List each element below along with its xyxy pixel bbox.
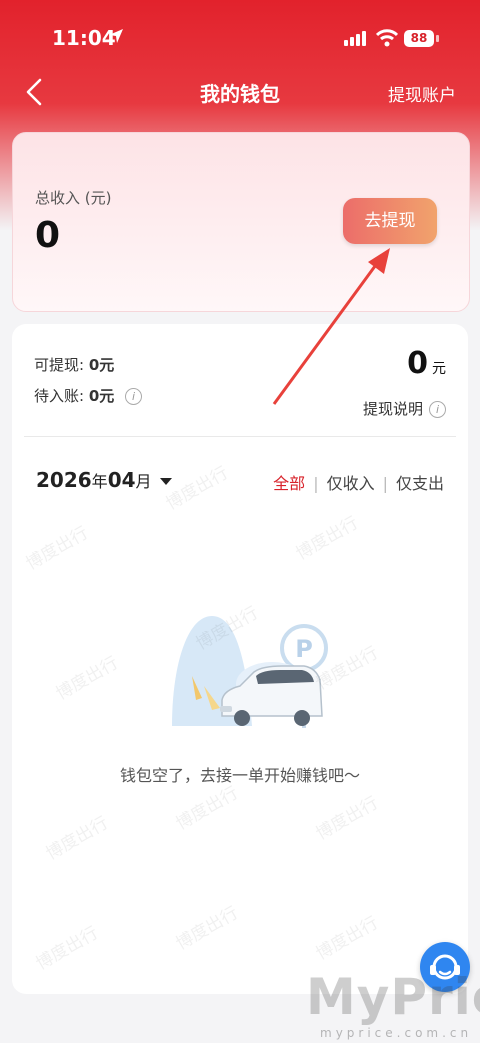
empty-state-message: 钱包空了，去接一单开始赚钱吧～ — [119, 766, 360, 785]
total-income-label: 总收入 (元) — [35, 189, 112, 207]
withdraw-amount-value: 0 — [407, 346, 428, 381]
watermark-text: 博度出行 — [292, 513, 362, 565]
tab-separator: | — [313, 474, 319, 493]
withdrawal-account-link[interactable]: 提现账户 — [388, 81, 456, 106]
watermark-text: 博度出行 — [312, 793, 382, 845]
income-summary-card: 总收入 (元) 0 去提现 — [12, 132, 470, 312]
divider — [24, 436, 456, 437]
watermark-text: 博度出行 — [172, 903, 242, 955]
watermark-text: 博度出行 — [42, 813, 112, 865]
pending-info-icon[interactable]: i — [125, 388, 143, 405]
month-year-unit: 年 — [91, 472, 108, 491]
withdraw-amount: 0元 — [407, 346, 446, 381]
watermark-text: 博度出行 — [52, 653, 122, 705]
cellular-signal-icon — [344, 31, 366, 46]
navigation-bar: 我的钱包 提现账户 — [0, 72, 480, 112]
tab-separator: | — [382, 474, 388, 493]
wifi-icon — [376, 29, 398, 47]
brand-watermark-url: myprice.com.cn — [320, 1026, 473, 1040]
month-year: 2026 — [36, 468, 92, 492]
empty-car-illustration: P — [172, 616, 328, 728]
brand-watermark: MyPrice — [306, 968, 480, 1026]
battery-tip — [436, 35, 439, 42]
total-income-value: 0 — [35, 215, 61, 256]
pending-row: 待入账: 0元 i — [34, 385, 143, 406]
month-month: 04 — [107, 468, 136, 492]
withdrawable-row: 可提现: 0元 — [34, 354, 114, 375]
withdrawable-label: 可提现: — [34, 356, 85, 374]
withdrawable-value: 0元 — [88, 356, 115, 374]
withdraw-explain-link[interactable]: 提现说明 i — [363, 398, 446, 419]
record-filter-tabs: 全部 | 仅收入 | 仅支出 — [273, 470, 444, 494]
tab-expense-only[interactable]: 仅支出 — [396, 474, 444, 493]
svg-text:P: P — [295, 635, 313, 663]
month-month-unit: 月 — [135, 472, 152, 491]
wallet-detail-card: 可提现: 0元 待入账: 0元 i 0元 提现说明 i 2026年04月 全部 | 仅… — [12, 324, 468, 994]
tab-all[interactable]: 全部 — [273, 474, 305, 493]
location-arrow-icon — [109, 29, 123, 43]
status-time: 11:04 — [52, 26, 116, 50]
dropdown-caret-icon — [159, 478, 172, 485]
withdraw-button[interactable]: 去提现 — [343, 198, 437, 244]
month-picker[interactable]: 2026年04月 — [36, 468, 172, 492]
withdraw-explain-label: 提现说明 — [362, 400, 423, 418]
pending-label: 待入账: — [34, 387, 85, 405]
status-bar: 11:04 88 — [0, 0, 480, 78]
battery-icon: 88 — [404, 30, 434, 47]
watermark-text: 博度出行 — [32, 923, 102, 975]
watermark-text: 博度出行 — [172, 783, 242, 835]
watermark-text: 博度出行 — [312, 913, 382, 965]
withdraw-explain-info-icon: i — [429, 401, 446, 418]
withdraw-amount-unit: 元 — [432, 361, 446, 377]
watermark-text: 博度出行 — [22, 523, 92, 575]
tab-income-only[interactable]: 仅收入 — [327, 474, 375, 493]
pending-value: 0元 — [88, 387, 115, 405]
